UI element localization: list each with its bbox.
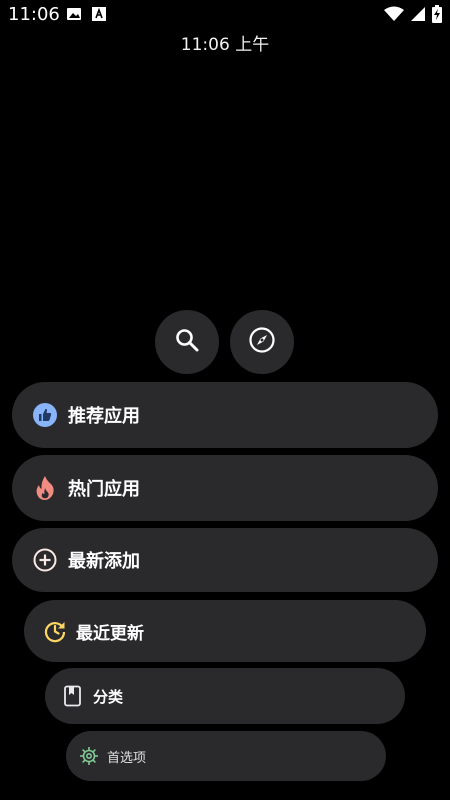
menu-item-label: 热门应用 bbox=[68, 479, 140, 500]
clock: 11:06 上午 bbox=[180, 35, 270, 55]
signal-icon bbox=[410, 6, 426, 26]
menu-item-popular[interactable]: 热门应用 bbox=[12, 455, 438, 521]
wifi-icon bbox=[384, 6, 404, 26]
fire-icon bbox=[32, 475, 58, 501]
status-icons-left bbox=[66, 6, 106, 26]
menu-item-label: 推荐应用 bbox=[68, 406, 140, 427]
menu-item-label: 最近更新 bbox=[76, 623, 144, 644]
font-icon bbox=[92, 6, 106, 26]
status-time: 11:06 bbox=[8, 4, 60, 25]
search-icon bbox=[174, 327, 200, 357]
book-icon bbox=[62, 685, 84, 707]
explore-button[interactable] bbox=[230, 310, 294, 374]
status-icons-right bbox=[384, 5, 442, 27]
menu-item-preferences[interactable]: 首选项 bbox=[66, 731, 386, 781]
menu-item-label: 首选项 bbox=[107, 750, 147, 766]
menu-item-label: 分类 bbox=[93, 687, 124, 706]
add-circle-icon bbox=[32, 547, 58, 573]
menu-item-label: 最新添加 bbox=[68, 551, 140, 572]
menu-item-categories[interactable]: 分类 bbox=[45, 668, 405, 724]
search-button[interactable] bbox=[155, 310, 219, 374]
menu-item-recommended[interactable]: 推荐应用 bbox=[12, 382, 438, 448]
status-bar: 11:06 bbox=[0, 0, 450, 32]
menu-item-newly-added[interactable]: 最新添加 bbox=[12, 528, 438, 592]
gear-icon bbox=[79, 746, 99, 766]
menu-item-recently-updated[interactable]: 最近更新 bbox=[24, 600, 426, 662]
update-icon bbox=[42, 618, 68, 644]
compass-icon bbox=[248, 326, 276, 358]
battery-charging-icon bbox=[432, 5, 442, 27]
thumbs-up-icon bbox=[32, 402, 58, 428]
image-icon bbox=[66, 6, 82, 26]
